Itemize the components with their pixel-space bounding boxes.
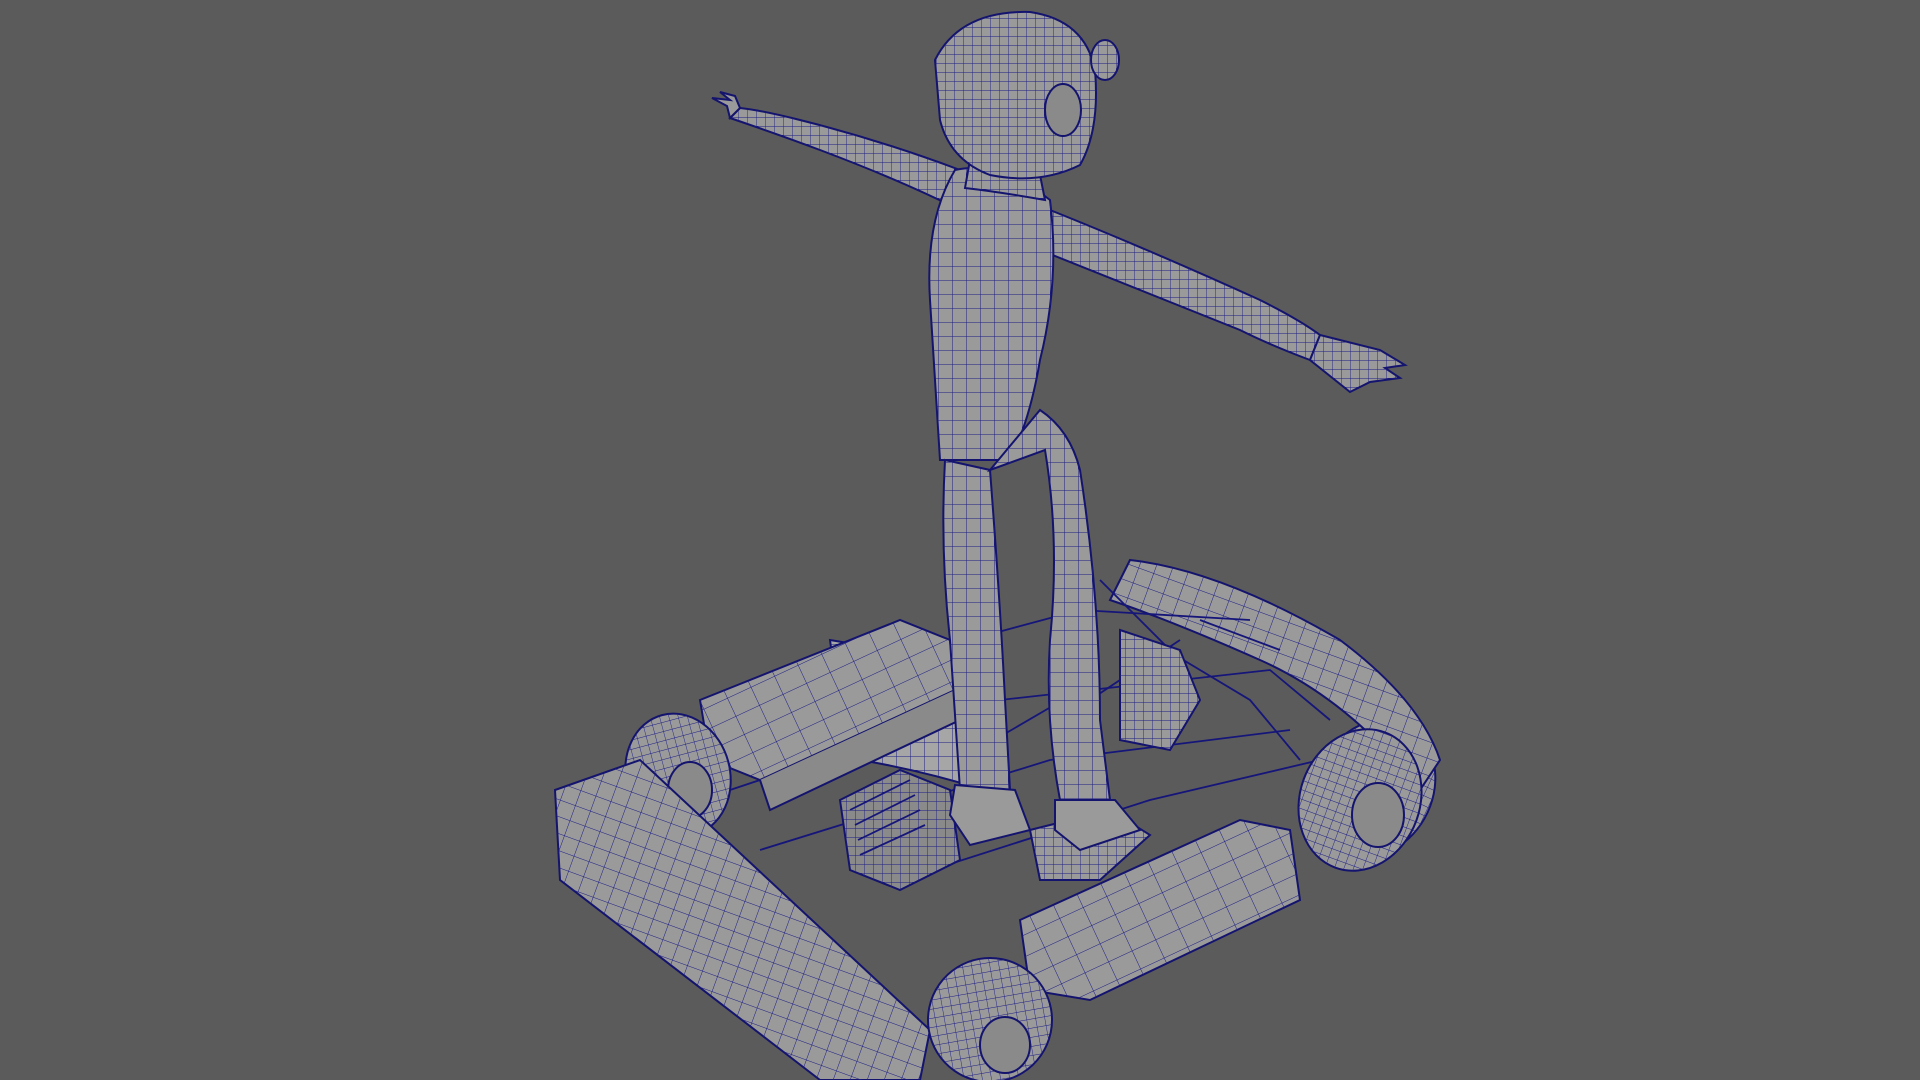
character-arm-right — [1038, 208, 1408, 394]
kart-engine — [838, 768, 962, 892]
character-arm-left — [711, 91, 961, 212]
character-helmet — [933, 10, 1120, 180]
kart-fuel-tank — [1119, 628, 1202, 752]
3d-viewport[interactable] — [0, 0, 1920, 1080]
viewport-scene — [553, 10, 1442, 1080]
character-legs — [942, 408, 1142, 852]
